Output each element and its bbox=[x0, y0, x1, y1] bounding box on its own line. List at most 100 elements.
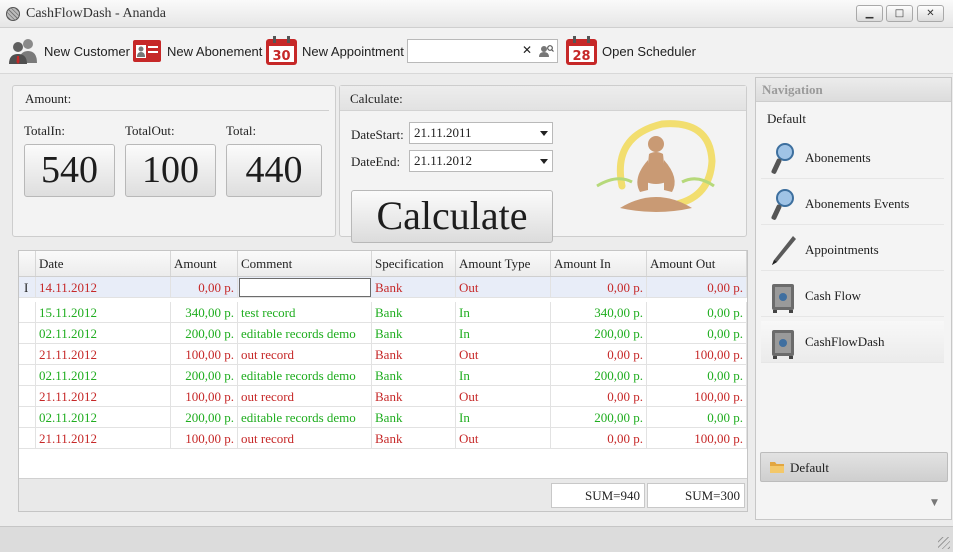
new-abonement-button[interactable]: New Abonement bbox=[131, 36, 262, 66]
open-scheduler-button[interactable]: 28 Open Scheduler bbox=[565, 36, 696, 66]
nav-item-appointments[interactable]: Appointments bbox=[761, 229, 944, 271]
cell-comment[interactable]: out record bbox=[238, 386, 372, 406]
edit-row[interactable]: I 14.11.2012 0,00 р. Bank Out 0,00 р. 0,… bbox=[19, 277, 747, 298]
cell-amount-out[interactable]: 0,00 р. bbox=[647, 323, 747, 343]
cell-specification[interactable]: Bank bbox=[372, 365, 456, 385]
cell-amount-type[interactable]: Out bbox=[456, 344, 551, 364]
cell-comment[interactable]: editable records demo bbox=[238, 323, 372, 343]
calculate-button[interactable]: Calculate bbox=[351, 190, 553, 243]
cell-comment[interactable]: editable records demo bbox=[238, 365, 372, 385]
cell-date[interactable]: 02.11.2012 bbox=[36, 323, 171, 343]
table-row[interactable]: 15.11.2012 340,00 р. test record Bank In 340,… bbox=[19, 302, 747, 323]
cell-amount[interactable]: 200,00 р. bbox=[171, 323, 238, 343]
cell-amount-in[interactable]: 0,00 р. bbox=[551, 344, 647, 364]
cell-comment[interactable]: out record bbox=[238, 344, 372, 364]
cell-date[interactable]: 02.11.2012 bbox=[36, 365, 171, 385]
column-header-amount-in[interactable]: Amount In bbox=[551, 251, 647, 276]
date-start-picker[interactable]: 21.11.2011 bbox=[409, 122, 553, 144]
comment-edit-input[interactable] bbox=[239, 278, 371, 297]
cell-comment[interactable]: editable records demo bbox=[238, 407, 372, 427]
cell-amount-out[interactable]: 0,00 р. bbox=[647, 302, 747, 322]
cell-amount[interactable]: 340,00 р. bbox=[171, 302, 238, 322]
cell-date[interactable]: 14.11.2012 bbox=[36, 277, 171, 297]
cell-amount-type[interactable]: Out bbox=[456, 428, 551, 448]
nav-item-abonements[interactable]: Abonements bbox=[761, 137, 944, 179]
search-clear-button[interactable]: ✕ bbox=[522, 43, 532, 57]
person-search-icon[interactable] bbox=[538, 44, 554, 58]
cell-date[interactable]: 21.11.2012 bbox=[36, 428, 171, 448]
cell-amount[interactable]: 200,00 р. bbox=[171, 407, 238, 427]
column-header-comment[interactable]: Comment bbox=[238, 251, 372, 276]
cell-date[interactable]: 21.11.2012 bbox=[36, 386, 171, 406]
nav-group-button-default[interactable]: Default bbox=[760, 452, 948, 482]
cell-amount-out[interactable]: 100,00 р. bbox=[647, 344, 747, 364]
cell-comment[interactable]: out record bbox=[238, 428, 372, 448]
row-indicator[interactable] bbox=[19, 365, 36, 385]
table-row[interactable]: 02.11.2012 200,00 р. editable records demo… bbox=[19, 407, 747, 428]
cell-specification[interactable]: Bank bbox=[372, 302, 456, 322]
table-row[interactable]: 02.11.2012 200,00 р. editable records demo… bbox=[19, 323, 747, 344]
column-header-amount-type[interactable]: Amount Type bbox=[456, 251, 551, 276]
cell-date[interactable]: 15.11.2012 bbox=[36, 302, 171, 322]
minimize-button[interactable]: ▁ bbox=[856, 5, 883, 22]
new-appointment-button[interactable]: 30 New Appointment bbox=[265, 36, 404, 66]
table-row[interactable]: 21.11.2012 100,00 р. out record Bank Out 0,00… bbox=[19, 428, 747, 449]
dropdown-arrow-icon[interactable] bbox=[540, 131, 548, 136]
column-header-amount[interactable]: Amount bbox=[171, 251, 238, 276]
column-header-specification[interactable]: Specification bbox=[372, 251, 456, 276]
cell-amount-type[interactable]: In bbox=[456, 365, 551, 385]
row-indicator[interactable] bbox=[19, 407, 36, 427]
cell-amount-out[interactable]: 0,00 р. bbox=[647, 365, 747, 385]
column-header-amount-out[interactable]: Amount Out bbox=[647, 251, 747, 276]
dropdown-arrow-icon[interactable] bbox=[540, 159, 548, 164]
cell-specification[interactable]: Bank bbox=[372, 407, 456, 427]
navigation-group-header[interactable]: Default bbox=[767, 111, 806, 127]
cell-amount-in[interactable]: 200,00 р. bbox=[551, 365, 647, 385]
chevron-down-icon[interactable]: ▼ bbox=[931, 498, 938, 508]
cell-amount-in[interactable]: 340,00 р. bbox=[551, 302, 647, 322]
cell-amount[interactable]: 0,00 р. bbox=[171, 277, 238, 297]
column-header-date[interactable]: Date bbox=[36, 251, 171, 276]
nav-item-cashflowdash[interactable]: CashFlowDash bbox=[761, 321, 944, 363]
cell-amount-type[interactable]: In bbox=[456, 323, 551, 343]
cell-amount-in[interactable]: 200,00 р. bbox=[551, 407, 647, 427]
cell-amount-out[interactable]: 100,00 р. bbox=[647, 428, 747, 448]
date-end-picker[interactable]: 21.11.2012 bbox=[409, 150, 553, 172]
table-row[interactable]: 21.11.2012 100,00 р. out record Bank Out 0,00… bbox=[19, 386, 747, 407]
row-indicator[interactable] bbox=[19, 323, 36, 343]
cell-specification[interactable]: Bank bbox=[372, 428, 456, 448]
cell-amount-in[interactable]: 0,00 р. bbox=[551, 277, 647, 297]
nav-item-cash-flow[interactable]: Cash Flow bbox=[761, 275, 944, 317]
cell-specification[interactable]: Bank bbox=[372, 386, 456, 406]
row-indicator[interactable] bbox=[19, 302, 36, 322]
cell-date[interactable]: 21.11.2012 bbox=[36, 344, 171, 364]
cell-amount-type[interactable]: Out bbox=[456, 386, 551, 406]
resize-grip-icon[interactable] bbox=[938, 537, 950, 549]
row-indicator[interactable] bbox=[19, 386, 36, 406]
cell-amount-in[interactable]: 0,00 р. bbox=[551, 386, 647, 406]
table-row[interactable]: 21.11.2012 100,00 р. out record Bank Out 0,00… bbox=[19, 344, 747, 365]
row-indicator[interactable] bbox=[19, 428, 36, 448]
cell-amount-out[interactable]: 0,00 р. bbox=[647, 407, 747, 427]
cell-specification[interactable]: Bank bbox=[372, 277, 456, 297]
cell-amount-type[interactable]: Out bbox=[456, 277, 551, 297]
new-customer-button[interactable]: New Customer bbox=[8, 36, 130, 66]
close-button[interactable]: ✕ bbox=[917, 5, 944, 22]
cell-amount-type[interactable]: In bbox=[456, 407, 551, 427]
cell-comment[interactable]: test record bbox=[238, 302, 372, 322]
cell-specification[interactable]: Bank bbox=[372, 344, 456, 364]
cell-amount[interactable]: 100,00 р. bbox=[171, 428, 238, 448]
table-row[interactable]: 02.11.2012 200,00 р. editable records demo… bbox=[19, 365, 747, 386]
maximize-button[interactable]: □ bbox=[886, 5, 913, 22]
cell-amount[interactable]: 100,00 р. bbox=[171, 386, 238, 406]
cell-specification[interactable]: Bank bbox=[372, 323, 456, 343]
search-input[interactable] bbox=[408, 40, 518, 62]
cell-amount-in[interactable]: 0,00 р. bbox=[551, 428, 647, 448]
cell-amount-in[interactable]: 200,00 р. bbox=[551, 323, 647, 343]
row-indicator[interactable] bbox=[19, 344, 36, 364]
cell-amount-type[interactable]: In bbox=[456, 302, 551, 322]
cell-date[interactable]: 02.11.2012 bbox=[36, 407, 171, 427]
cell-amount-out[interactable]: 100,00 р. bbox=[647, 386, 747, 406]
cell-amount[interactable]: 100,00 р. bbox=[171, 344, 238, 364]
nav-item-abonements-events[interactable]: Abonements Events bbox=[761, 183, 944, 225]
